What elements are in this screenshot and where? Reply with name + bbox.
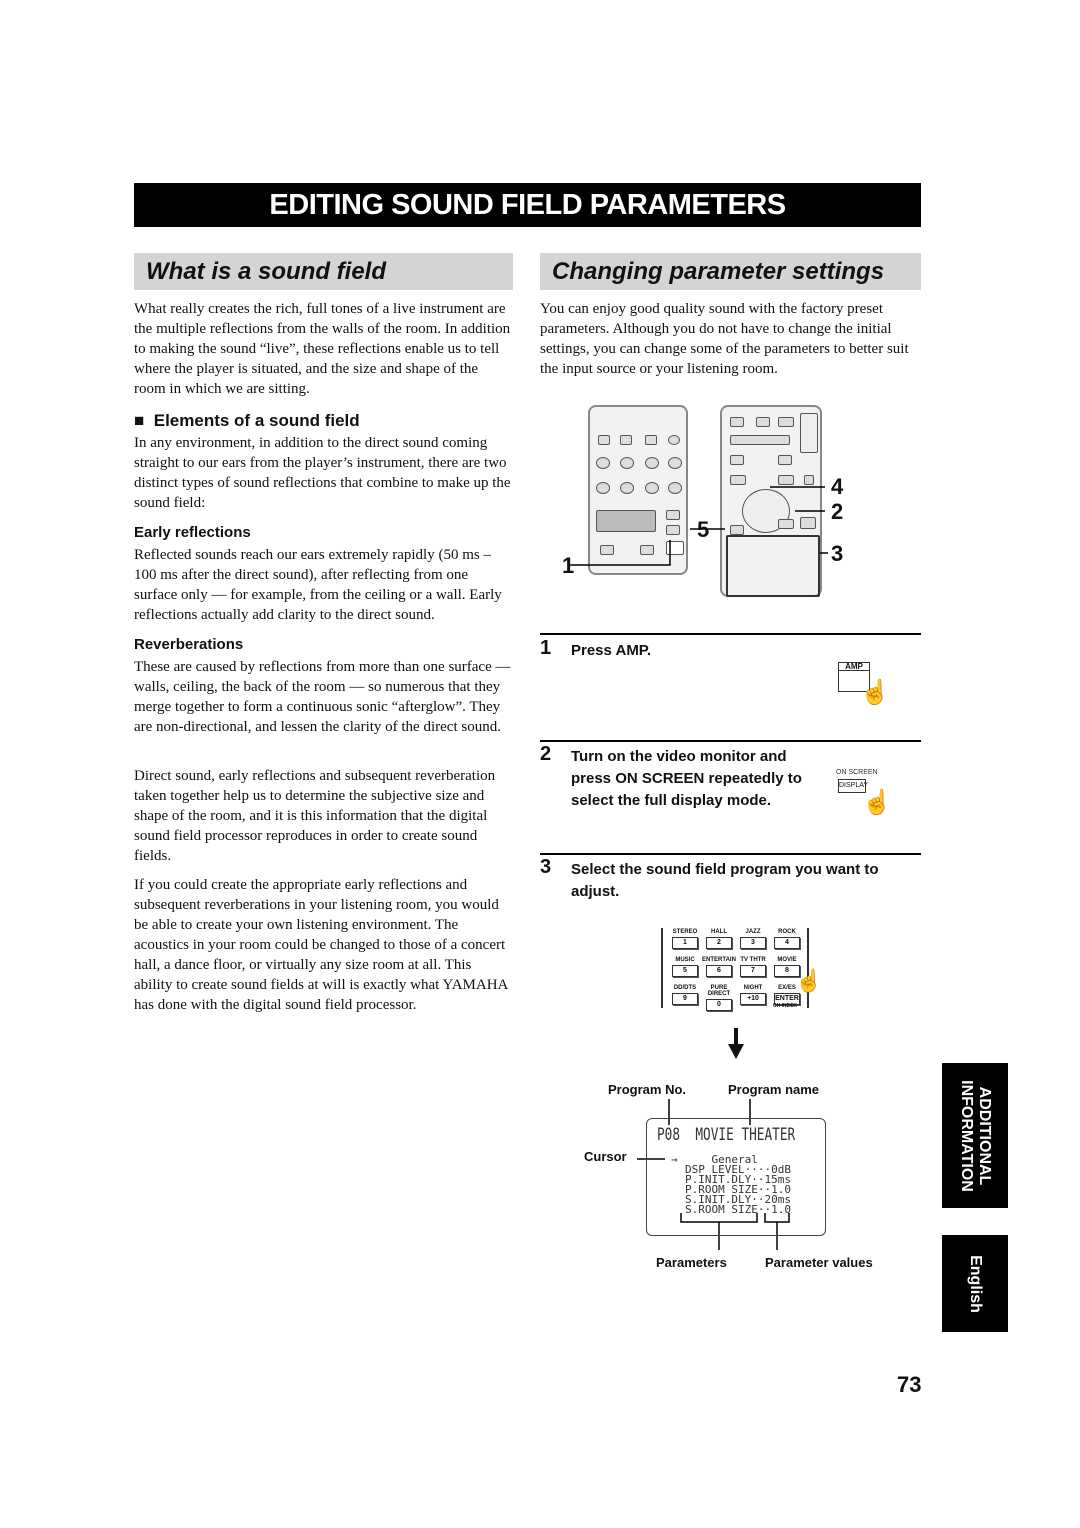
pointing-hand-icon: ☝: [862, 790, 892, 816]
key-label: ROCK: [778, 929, 796, 935]
on-screen-label: ON SCREEN: [836, 769, 878, 776]
keypad-key: MUSIC 5: [666, 957, 704, 977]
language-tab-label: English: [967, 1254, 984, 1313]
step-1-text: Press AMP.: [571, 642, 652, 659]
key-button: 2: [706, 937, 732, 949]
keypad-key: NIGHT +10: [734, 985, 772, 1011]
direct-sound-paragraph: Direct sound, early reflections and subs…: [134, 768, 496, 864]
divider: [540, 633, 921, 635]
key-label: STEREO: [672, 929, 698, 935]
display-cursor: →: [671, 1153, 678, 1166]
display-parameter-lines: General DSP LEVEL····0dB P.INIT.DLY··15ms P…: [685, 1154, 791, 1216]
intro-paragraph: What really creates the rich, full tones…: [134, 301, 511, 397]
keypad-key: STEREO 1: [666, 929, 704, 949]
key-button: 3: [740, 937, 766, 949]
callout-1: 1: [562, 553, 575, 578]
keypad-key: DD/DTS 9: [666, 985, 704, 1011]
section-heading-changing-parameters: Changing parameter settings: [540, 253, 921, 290]
down-arrow-icon: [728, 1028, 744, 1059]
key-label: MOVIE: [777, 957, 797, 963]
create-sound-field-paragraph: If you could create the appropriate earl…: [134, 877, 508, 1013]
callout-5: 5: [697, 517, 710, 542]
step-2-text: Turn on the video monitor and press ON S…: [571, 748, 802, 809]
keypad-key: HALL 2: [700, 929, 738, 949]
amp-label: AMP: [838, 662, 870, 671]
display-line: S.ROOM SIZE··1.0: [685, 1203, 791, 1216]
key-button: 5: [672, 965, 698, 977]
page-title: EDITING SOUND FIELD PARAMETERS: [134, 183, 921, 227]
step-3-text: Select the sound field program you want …: [571, 861, 879, 900]
key-button: 4: [774, 937, 800, 949]
subheading-text: Elements of a sound field: [153, 411, 360, 430]
key-label: TV THTR: [740, 957, 766, 963]
subheading-elements: ■ Elements of a sound field: [134, 411, 513, 431]
pointing-hand-icon: ☝: [860, 680, 890, 706]
keypad-key: ROCK 4: [768, 929, 806, 949]
divider: [540, 853, 921, 855]
square-bullet-icon: ■: [134, 411, 145, 430]
program-keypad: STEREO 1 HALL 2 JAZZ 3 ROCK 4 MUSIC 5 ENTERTAIN 6 TV…: [666, 929, 804, 1011]
key-label: MUSIC: [675, 957, 695, 963]
early-reflections-paragraph: Reflected sounds reach our ears extremel…: [134, 547, 502, 623]
early-reflections-heading: Early reflections: [134, 524, 251, 541]
language-tab: English: [942, 1235, 1008, 1332]
key-label: JAZZ: [745, 929, 761, 935]
key-button: 6: [706, 965, 732, 977]
key-label: DD/DTS: [673, 985, 697, 991]
changing-intro-paragraph: You can enjoy good quality sound with th…: [540, 301, 909, 377]
step-1-number: 1: [540, 637, 552, 659]
key-button: +10: [740, 993, 766, 1005]
section-tab: ADDITIONAL INFORMATION: [942, 1063, 1008, 1208]
reverberations-heading: Reverberations: [134, 636, 244, 653]
section-tab-label: ADDITIONAL INFORMATION: [958, 1079, 993, 1192]
key-button: 1: [672, 937, 698, 949]
keypad-edge: [661, 928, 663, 1008]
display-header: P08 MOVIE THEATER: [657, 1125, 796, 1145]
callout-2: 2: [831, 499, 844, 524]
keypad-key: ENTERTAIN 6: [700, 957, 738, 977]
callout-3: 3: [831, 541, 844, 566]
key-label: ENTERTAIN: [702, 957, 736, 963]
reverberations-paragraph: These are caused by reflections from mor…: [134, 659, 511, 735]
callout-4: 4: [831, 474, 844, 499]
step-2-number: 2: [540, 743, 552, 765]
step-3-number: 3: [540, 856, 552, 878]
ch-index-label: CH INDEX: [773, 1003, 797, 1009]
keypad-key: TV THTR 7: [734, 957, 772, 977]
key-button: 7: [740, 965, 766, 977]
elements-paragraph: In any environment, in addition to the d…: [134, 435, 511, 511]
keypad-key: PURE DIRECT 0: [700, 985, 738, 1011]
key-label: PURE DIRECT: [707, 985, 731, 997]
key-button: 0: [706, 999, 732, 1011]
on-screen-display: P08 MOVIE THEATER → General DSP LEVEL····…: [646, 1118, 826, 1236]
keypad-key: JAZZ 3: [734, 929, 772, 949]
page-number: 73: [897, 1372, 922, 1397]
key-label: NIGHT: [743, 985, 763, 991]
pointing-hand-icon: ☝: [795, 968, 823, 993]
section-heading-sound-field: What is a sound field: [134, 253, 513, 290]
key-button: 9: [672, 993, 698, 1005]
divider: [540, 740, 921, 742]
remote-callout-lines: [570, 486, 828, 566]
key-label: HALL: [711, 929, 727, 935]
